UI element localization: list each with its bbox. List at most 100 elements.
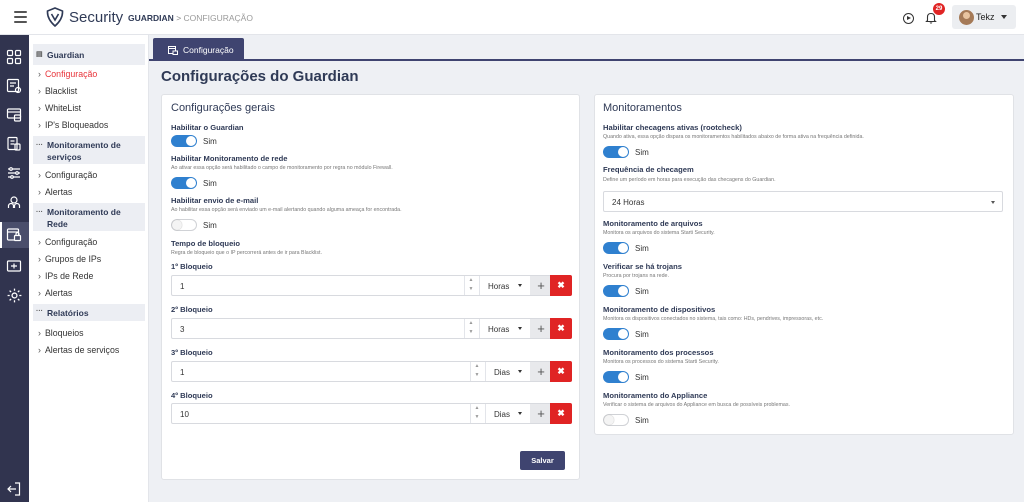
filters-icon[interactable] — [0, 160, 29, 186]
chevron-down-icon — [518, 412, 522, 415]
trojans-label: Verificar se há trojans — [603, 262, 682, 271]
toggle-state: Sim — [635, 148, 649, 157]
guardian-icon[interactable] — [0, 222, 29, 248]
toggle-state: Sim — [635, 244, 649, 253]
reports-icon[interactable] — [0, 131, 29, 157]
block-4-label: 4º Bloqueio — [171, 391, 213, 400]
settings-icon[interactable] — [0, 282, 29, 308]
sidebar-section-rede[interactable]: ··· Monitoramento de Rede — [33, 203, 145, 231]
remove-button[interactable]: ✖ — [550, 403, 572, 424]
stepper-icon[interactable]: ▲ ▼ — [464, 276, 477, 295]
unit-label: Dias — [494, 410, 511, 419]
chevron-down-icon — [991, 201, 995, 204]
block-4-unit-select[interactable]: Dias — [485, 404, 530, 423]
appliance-toggle[interactable] — [603, 414, 629, 426]
section-title: Monitoramento de serviços — [47, 140, 121, 162]
devices-icon[interactable] — [0, 102, 29, 128]
sidebar-item-grupos-ips[interactable]: Grupos de IPs — [38, 254, 101, 264]
add-button[interactable]: + — [530, 362, 552, 381]
sidebar-item-whitelist[interactable]: WhiteList — [38, 103, 81, 113]
sidebar-section-guardian[interactable]: ▤ Guardian — [33, 44, 145, 65]
cards-icon[interactable] — [0, 253, 29, 279]
block-2-input[interactable]: 3 — [180, 325, 184, 334]
sidebar-item-ips-rede[interactable]: IPs de Rede — [38, 271, 93, 281]
remove-button[interactable]: ✖ — [550, 361, 572, 382]
avatar — [959, 10, 974, 25]
brand-name: Security — [69, 9, 124, 26]
processes-desc: Monitora os processos do sistema Starti … — [603, 359, 719, 365]
block-3-unit-select[interactable]: Dias — [485, 362, 530, 381]
frequency-select[interactable]: 24 Horas — [603, 191, 1003, 212]
icon-rail — [0, 35, 29, 502]
rootcheck-desc: Quando ativa, essa opção dispara os moni… — [603, 134, 864, 140]
stepper-icon[interactable]: ▲ ▼ — [470, 404, 483, 423]
stepper-icon[interactable]: ▲ ▼ — [470, 362, 483, 381]
sidebar-item-bloqueios[interactable]: Bloqueios — [38, 328, 84, 338]
logout-icon[interactable] — [0, 476, 29, 502]
network-icon[interactable] — [0, 189, 29, 215]
sidebar-item-servicos-configuracao[interactable]: Configuração — [38, 170, 97, 180]
unit-label: Dias — [494, 368, 511, 377]
network-monitoring-toggle[interactable] — [171, 177, 197, 189]
files-toggle[interactable] — [603, 242, 629, 254]
enable-guardian-label: Habilitar o Guardian — [171, 123, 244, 132]
sidebar-section-servicos[interactable]: ··· Monitoramento de serviços — [33, 136, 145, 164]
card-title: Monitoramentos — [603, 102, 682, 114]
assets-icon[interactable] — [0, 73, 29, 99]
tab-underline — [149, 59, 1024, 61]
devices-toggle[interactable] — [603, 328, 629, 340]
email-toggle[interactable] — [171, 219, 197, 231]
block-1-unit-select[interactable]: Horas — [479, 276, 530, 295]
sidebar-section-relatorios[interactable]: ··· Relatórios — [33, 304, 145, 321]
block-1-input[interactable]: 1 — [180, 282, 184, 291]
sidebar-item-servicos-alertas[interactable]: Alertas — [38, 187, 72, 197]
rootcheck-toggle[interactable] — [603, 146, 629, 158]
section-title: Relatórios — [47, 308, 89, 318]
breadcrumb-section[interactable]: GUARDIAN — [128, 13, 174, 23]
stepper-icon[interactable]: ▲ ▼ — [464, 319, 477, 338]
chevron-down-icon — [1001, 15, 1007, 19]
user-menu[interactable]: Tekz — [952, 5, 1016, 29]
general-settings-card: Configurações gerais Habilitar o Guardia… — [161, 94, 580, 480]
dashboard-icon[interactable] — [0, 44, 29, 70]
rootcheck-label: Habilitar checagens ativas (rootcheck) — [603, 123, 742, 132]
network-monitoring-label: Habilitar Monitoramento de rede — [171, 154, 288, 163]
more-icon: ··· — [36, 142, 43, 149]
sidebar-item-configuracao[interactable]: Configuração — [38, 69, 97, 79]
section-title: Monitoramento de Rede — [47, 207, 121, 229]
tab-configuracao[interactable]: Configuração — [153, 38, 244, 61]
breadcrumb-current: CONFIGURAÇÃO — [183, 13, 253, 23]
add-button[interactable]: + — [530, 276, 552, 295]
add-button[interactable]: + — [530, 319, 552, 338]
processes-toggle[interactable] — [603, 371, 629, 383]
add-button[interactable]: + — [530, 404, 552, 423]
enable-guardian-toggle[interactable] — [171, 135, 197, 147]
sidebar-item-rede-configuracao[interactable]: Configuração — [38, 237, 97, 247]
remove-button[interactable]: ✖ — [550, 275, 572, 296]
block-4-input[interactable]: 10 — [180, 410, 189, 419]
email-label: Habilitar envio de e-mail — [171, 196, 259, 205]
sidebar-item-ips-bloqueados[interactable]: IP's Bloqueados — [38, 120, 108, 130]
sidebar-item-rede-alertas[interactable]: Alertas — [38, 288, 72, 298]
files-label: Monitoramento de arquivos — [603, 219, 703, 228]
block-2-unit-select[interactable]: Horas — [479, 319, 530, 338]
block-2-label: 2º Bloqueio — [171, 305, 213, 314]
user-name: Tekz — [976, 12, 995, 22]
chevron-down-icon — [518, 327, 522, 330]
sidebar-item-blacklist[interactable]: Blacklist — [38, 86, 77, 96]
trojans-toggle[interactable] — [603, 285, 629, 297]
save-button[interactable]: Salvar — [520, 451, 565, 470]
block-3-row: 1 ▲ ▼ Dias + ✖ — [171, 361, 572, 382]
sidebar-item-alertas-servicos[interactable]: Alertas de serviços — [38, 345, 119, 355]
main-content: Configuração Configurações do Guardian C… — [149, 35, 1024, 502]
files-desc: Monitora os arquivos do sistema Starti S… — [603, 230, 715, 236]
breadcrumb: GUARDIAN > CONFIGURAÇÃO — [128, 13, 253, 23]
section-icon: ▤ — [36, 51, 43, 58]
block-3-input[interactable]: 1 — [180, 368, 184, 377]
remove-button[interactable]: ✖ — [550, 318, 572, 339]
menu-icon[interactable] — [14, 11, 27, 23]
frequency-value: 24 Horas — [612, 198, 645, 207]
chevron-down-icon — [518, 284, 522, 287]
devices-label: Monitoramento de dispositivos — [603, 305, 716, 314]
play-icon[interactable] — [903, 13, 914, 24]
